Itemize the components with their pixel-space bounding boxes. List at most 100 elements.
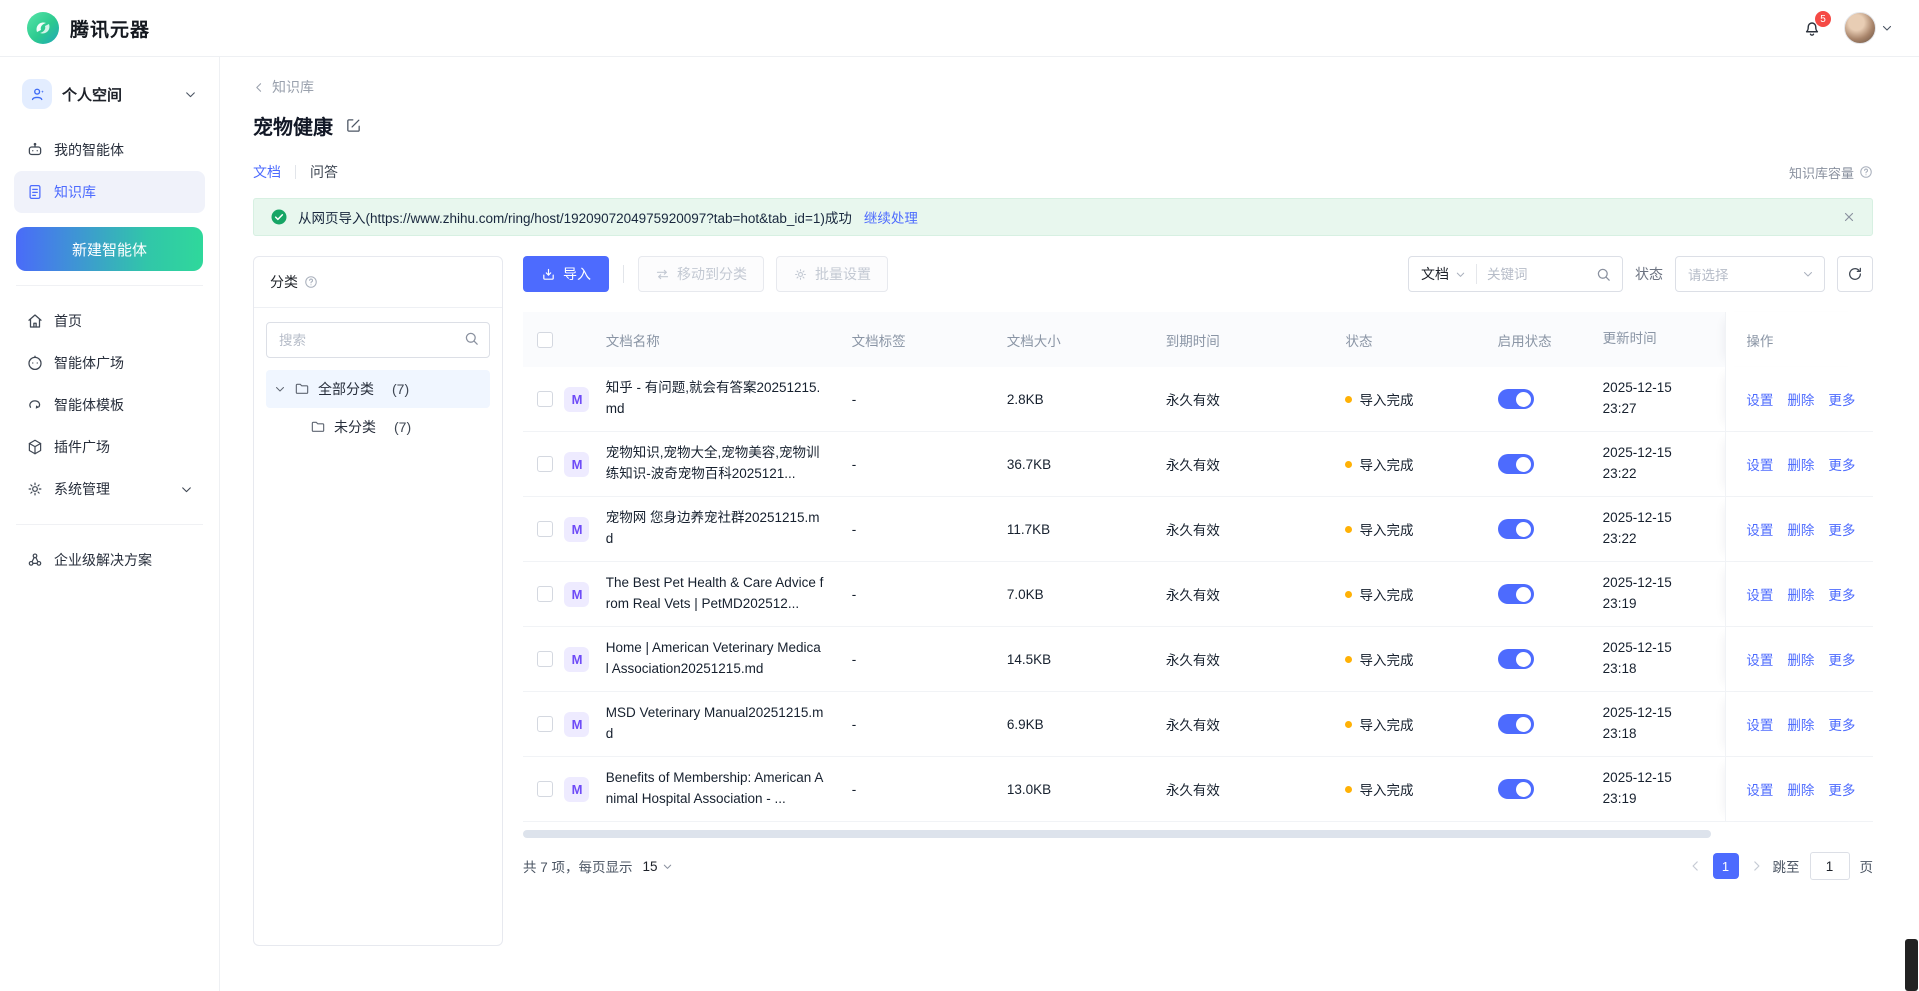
page-size-select[interactable]: 15 xyxy=(643,859,673,874)
status-dot xyxy=(1345,656,1352,663)
sidebar-item-agent-templates[interactable]: 智能体模板 xyxy=(14,384,205,426)
page-scrollbar-thumb[interactable] xyxy=(1905,939,1918,991)
tree-node-all-categories[interactable]: 全部分类 (7) xyxy=(266,370,490,408)
delete-link[interactable]: 删除 xyxy=(1787,519,1814,539)
row-checkbox[interactable] xyxy=(537,781,553,797)
brand[interactable]: 腾讯元器 xyxy=(26,11,150,45)
select-all-checkbox[interactable] xyxy=(537,332,553,348)
document-name[interactable]: 知乎 - 有问题,就会有答案20251215.md xyxy=(606,378,824,420)
enable-toggle[interactable] xyxy=(1498,779,1534,799)
more-link[interactable]: 更多 xyxy=(1828,519,1855,539)
document-name[interactable]: Benefits of Membership: American Animal … xyxy=(606,768,824,810)
current-page-button[interactable]: 1 xyxy=(1713,853,1739,879)
row-checkbox[interactable] xyxy=(537,651,553,667)
jump-page-input[interactable]: 1 xyxy=(1810,852,1850,880)
edit-title-icon[interactable] xyxy=(345,117,362,134)
tree-node-uncategorized[interactable]: 未分类 (7) xyxy=(266,408,490,446)
markdown-file-icon: M xyxy=(564,582,589,607)
document-name[interactable]: The Best Pet Health & Care Advice from R… xyxy=(606,573,824,615)
sidebar-item-agent-market[interactable]: 智能体广场 xyxy=(14,342,205,384)
enable-toggle[interactable] xyxy=(1498,649,1534,669)
settings-link[interactable]: 设置 xyxy=(1746,714,1773,734)
markdown-file-icon: M xyxy=(564,517,589,542)
more-link[interactable]: 更多 xyxy=(1828,779,1855,799)
enable-toggle[interactable] xyxy=(1498,389,1534,409)
more-link[interactable]: 更多 xyxy=(1828,389,1855,409)
sidebar-item-my-agents[interactable]: 我的智能体 xyxy=(14,129,205,171)
enable-toggle[interactable] xyxy=(1498,519,1534,539)
updated-time: 23:18 xyxy=(1603,659,1726,680)
row-checkbox[interactable] xyxy=(537,521,553,537)
enable-toggle[interactable] xyxy=(1498,714,1534,734)
enable-toggle[interactable] xyxy=(1498,584,1534,604)
user-menu[interactable] xyxy=(1844,12,1893,44)
prev-page-button[interactable] xyxy=(1689,859,1703,873)
settings-link[interactable]: 设置 xyxy=(1746,519,1773,539)
delete-link[interactable]: 删除 xyxy=(1787,454,1814,474)
horizontal-scrollbar-thumb[interactable] xyxy=(523,830,1711,838)
tab-qa[interactable]: 问答 xyxy=(310,162,338,182)
brand-name: 腾讯元器 xyxy=(70,15,150,42)
settings-link[interactable]: 设置 xyxy=(1746,779,1773,799)
settings-link[interactable]: 设置 xyxy=(1746,649,1773,669)
delete-link[interactable]: 删除 xyxy=(1787,389,1814,409)
tab-documents[interactable]: 文档 xyxy=(253,162,281,182)
question-circle-icon[interactable] xyxy=(304,275,318,289)
status-filter-select[interactable]: 请选择 xyxy=(1675,256,1825,292)
batch-settings-button[interactable]: 批量设置 xyxy=(776,256,888,292)
search-icon[interactable] xyxy=(1595,266,1622,283)
document-name[interactable]: MSD Veterinary Manual20251215.md xyxy=(606,703,824,745)
banner-continue-link[interactable]: 继续处理 xyxy=(864,207,918,227)
kb-capacity[interactable]: 知识库容量 xyxy=(1789,163,1873,182)
settings-link[interactable]: 设置 xyxy=(1746,454,1773,474)
sidebar-item-system-mgmt[interactable]: 系统管理 xyxy=(14,468,205,510)
chevron-down-icon xyxy=(1802,268,1814,280)
sidebar-item-plugin-market[interactable]: 插件广场 xyxy=(14,426,205,468)
row-checkbox[interactable] xyxy=(537,456,553,472)
row-checkbox[interactable] xyxy=(537,586,553,602)
category-search-input[interactable] xyxy=(266,322,490,358)
breadcrumb-label: 知识库 xyxy=(272,77,314,97)
keyword-input[interactable] xyxy=(1477,267,1595,282)
workspace-switcher[interactable]: 个人空间 xyxy=(14,73,205,115)
more-link[interactable]: 更多 xyxy=(1828,454,1855,474)
type-filter-select[interactable]: 文档 xyxy=(1409,264,1476,284)
tree-node-count: (7) xyxy=(394,419,411,435)
document-icon xyxy=(26,183,44,201)
row-checkbox[interactable] xyxy=(537,716,553,732)
sidebar-item-label: 智能体广场 xyxy=(54,353,124,373)
sidebar-item-label: 智能体模板 xyxy=(54,395,124,415)
delete-link[interactable]: 删除 xyxy=(1787,714,1814,734)
delete-link[interactable]: 删除 xyxy=(1787,649,1814,669)
refresh-button[interactable] xyxy=(1837,256,1873,292)
close-icon[interactable] xyxy=(1842,210,1856,224)
swap-arrows-icon xyxy=(655,267,670,282)
move-to-category-button[interactable]: 移动到分类 xyxy=(638,256,764,292)
breadcrumb[interactable]: 知识库 xyxy=(253,77,314,97)
delete-link[interactable]: 删除 xyxy=(1787,584,1814,604)
more-link[interactable]: 更多 xyxy=(1828,649,1855,669)
more-link[interactable]: 更多 xyxy=(1828,714,1855,734)
enable-toggle[interactable] xyxy=(1498,454,1534,474)
row-checkbox[interactable] xyxy=(537,391,553,407)
settings-link[interactable]: 设置 xyxy=(1746,389,1773,409)
settings-link[interactable]: 设置 xyxy=(1746,584,1773,604)
gear-icon xyxy=(793,267,808,282)
markdown-file-icon: M xyxy=(564,712,589,737)
import-button[interactable]: 导入 xyxy=(523,256,609,292)
next-page-button[interactable] xyxy=(1749,859,1763,873)
sidebar-item-knowledge-base[interactable]: 知识库 xyxy=(14,171,205,213)
notification-bell[interactable]: 5 xyxy=(1802,18,1822,38)
document-name[interactable]: Home | American Veterinary Medical Assoc… xyxy=(606,638,824,680)
markdown-file-icon: M xyxy=(564,387,589,412)
chevron-down-icon[interactable] xyxy=(274,383,286,395)
more-link[interactable]: 更多 xyxy=(1828,584,1855,604)
document-name[interactable]: 宠物知识,宠物大全,宠物美容,宠物训练知识-波奇宠物百科2025121... xyxy=(606,443,824,485)
status-text: 导入完成 xyxy=(1359,779,1413,799)
document-name[interactable]: 宠物网 您身边养宠社群20251215.md xyxy=(606,508,824,550)
col-header-actions: 操作 xyxy=(1725,312,1873,367)
sidebar-item-home[interactable]: 首页 xyxy=(14,300,205,342)
new-agent-button[interactable]: 新建智能体 xyxy=(16,227,203,271)
delete-link[interactable]: 删除 xyxy=(1787,779,1814,799)
sidebar-item-enterprise[interactable]: 企业级解决方案 xyxy=(14,539,205,581)
